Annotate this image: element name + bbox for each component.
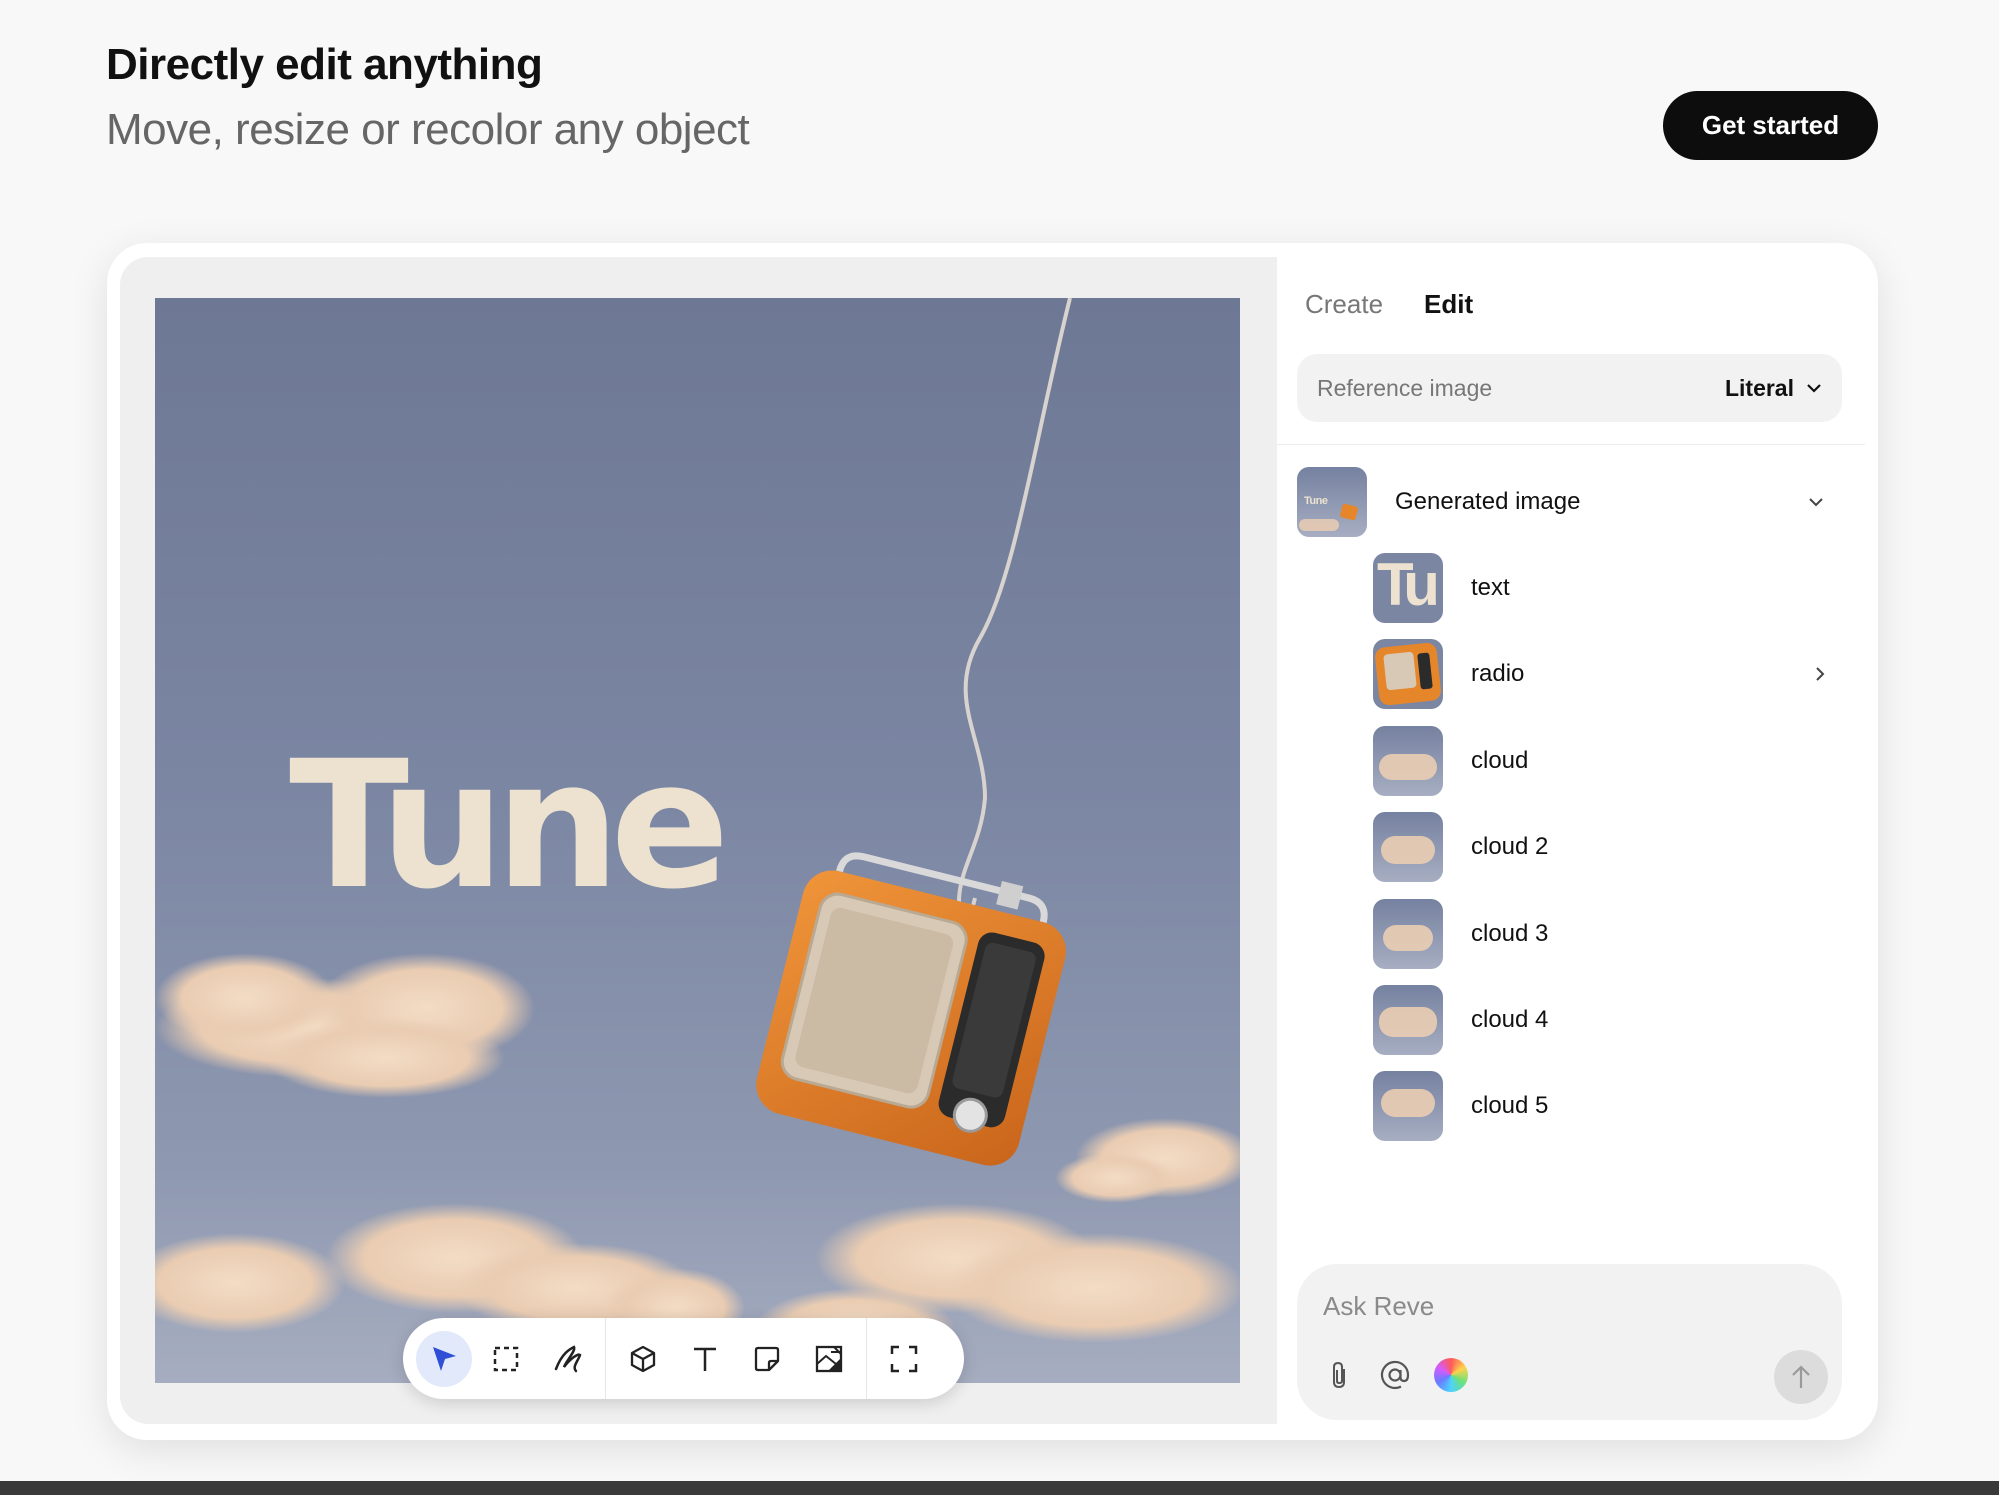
editor-card: Tune Create Edit Reference image Literal…: [107, 243, 1878, 1440]
layer-cloud-2[interactable]: cloud 2: [1373, 812, 1843, 883]
ask-input[interactable]: [1323, 1286, 1803, 1326]
cloud-left[interactable]: [155, 953, 535, 1098]
cloud-layer-thumbnail: [1373, 725, 1443, 796]
generated-image-thumbnail: Tune: [1297, 467, 1367, 537]
radio-mini-icon: [1339, 503, 1359, 521]
layer-radio[interactable]: radio: [1373, 639, 1843, 710]
color-picker-icon[interactable]: [1433, 1357, 1469, 1393]
layer-label: radio: [1471, 660, 1525, 688]
at-mention-icon[interactable]: [1377, 1357, 1413, 1393]
mode-tabs: Create Edit: [1305, 289, 1473, 320]
radio-thumb-grille: [1383, 651, 1417, 691]
toolbar-divider: [605, 1318, 606, 1399]
layer-label: cloud 3: [1471, 919, 1549, 947]
fit-screen-icon[interactable]: [876, 1331, 932, 1387]
canvas-area: Tune: [120, 257, 1277, 1424]
toolbar-divider: [866, 1318, 867, 1399]
reference-mode-select[interactable]: Literal: [1725, 375, 1822, 402]
cloud-thumb-shape: [1381, 1089, 1435, 1118]
cloud-layer-thumbnail: [1373, 812, 1443, 883]
cloud-layer-thumbnail: [1373, 898, 1443, 969]
radio-object[interactable]: [750, 835, 1080, 1172]
layer-label: cloud 2: [1471, 833, 1549, 861]
paperclip-icon[interactable]: [1321, 1357, 1357, 1393]
text-layer-thumbnail: Tu: [1373, 553, 1443, 623]
layer-label: text: [1471, 574, 1510, 601]
radio-layer-thumbnail: [1373, 639, 1443, 710]
send-button[interactable]: [1774, 1350, 1828, 1404]
layer-label: cloud: [1471, 746, 1529, 774]
generated-image-layer[interactable]: Tune Generated image: [1297, 467, 1842, 537]
chevron-down-icon[interactable]: [1808, 497, 1824, 507]
cloud-thumb-shape: [1379, 1006, 1437, 1037]
cloud-layer-thumbnail: [1373, 1071, 1443, 1142]
cloud-layer-thumbnail: [1373, 984, 1443, 1055]
layer-text[interactable]: Tu text: [1373, 553, 1843, 623]
generated-artwork[interactable]: Tune: [155, 298, 1240, 1383]
cloud-mini-icon: [1299, 519, 1339, 531]
brush-icon[interactable]: [540, 1331, 596, 1387]
cloud-thumb-shape: [1381, 836, 1435, 865]
generated-image-label: Generated image: [1395, 488, 1581, 515]
3d-object-icon[interactable]: [615, 1331, 671, 1387]
page-bottom-edge: [0, 1481, 1999, 1495]
composer-actions: [1321, 1357, 1469, 1393]
tab-edit[interactable]: Edit: [1424, 289, 1473, 320]
reference-image-label: Reference image: [1317, 374, 1493, 401]
cloud-thumb-shape: [1379, 753, 1437, 780]
cloud-thumb-shape: [1383, 924, 1433, 951]
radio-cord: [956, 298, 1072, 946]
layer-list: Tu text radio cloud cloud 2 cloud 3 clou…: [1373, 553, 1843, 1158]
text-tool-icon[interactable]: [677, 1331, 733, 1387]
layer-cloud-4[interactable]: cloud 4: [1373, 984, 1843, 1055]
layer-label: cloud 5: [1471, 1092, 1549, 1120]
thumbnail-glyph: Tu: [1377, 553, 1440, 618]
panel-divider: [1277, 444, 1865, 445]
layer-cloud-5[interactable]: cloud 5: [1373, 1071, 1843, 1142]
sticker-icon[interactable]: [739, 1331, 795, 1387]
layer-cloud-3[interactable]: cloud 3: [1373, 898, 1843, 969]
arrow-up-icon: [1792, 1365, 1810, 1388]
select-arrow-icon[interactable]: [416, 1330, 472, 1387]
chevron-right-icon[interactable]: [1815, 666, 1825, 682]
hero-title: Directly edit anything: [106, 40, 543, 89]
reference-image-row[interactable]: Reference image Literal: [1297, 354, 1842, 422]
canvas-toolbar: [403, 1318, 964, 1399]
tab-create[interactable]: Create: [1305, 289, 1383, 320]
reference-mode-value: Literal: [1724, 374, 1794, 401]
layer-cloud[interactable]: cloud: [1373, 725, 1843, 796]
layer-label: cloud 4: [1471, 1005, 1549, 1033]
artwork-title-text[interactable]: Tune: [289, 738, 730, 914]
hero-subtitle: Move, resize or recolor any object: [106, 105, 750, 154]
chevron-down-icon: [1807, 384, 1821, 393]
image-placeholder-icon[interactable]: [801, 1331, 857, 1387]
get-started-button[interactable]: Get started: [1663, 91, 1878, 160]
layers-panel: Create Edit Reference image Literal Tune…: [1277, 257, 1865, 1424]
thumbnail-text: Tune: [1304, 495, 1328, 507]
cloud-right[interactable]: [1055, 1118, 1240, 1203]
marquee-select-icon[interactable]: [478, 1331, 534, 1387]
ask-composer: [1297, 1264, 1842, 1420]
